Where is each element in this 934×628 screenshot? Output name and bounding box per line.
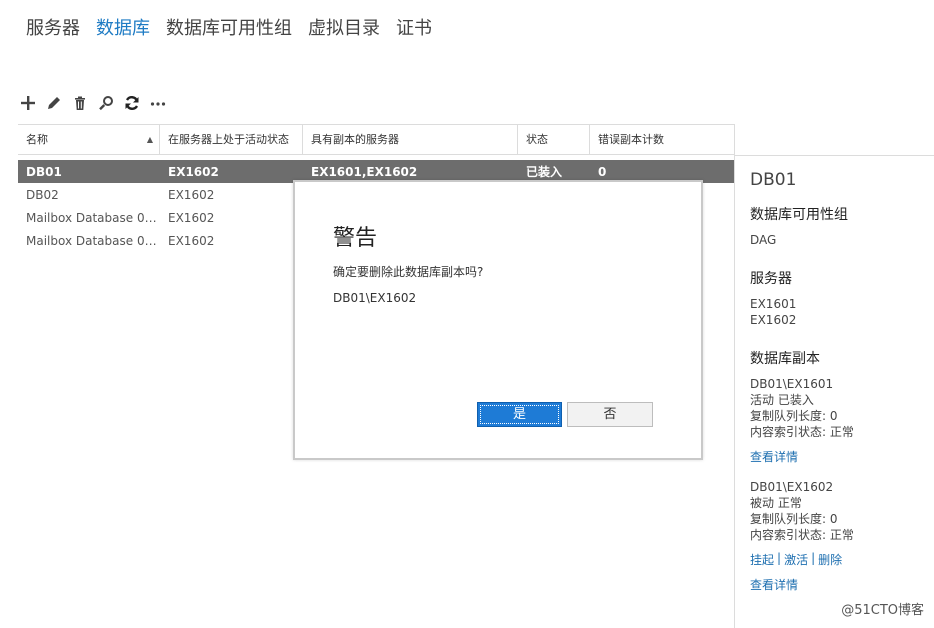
copy1-view-details-link[interactable]: 查看详情 — [750, 448, 930, 465]
separator: | — [811, 551, 816, 565]
column-header-status[interactable]: 状态 — [518, 125, 590, 154]
servers-heading: 服务器 — [750, 271, 792, 287]
edit-icon[interactable] — [46, 94, 62, 112]
copy2-queue-length: 复制队列长度: 0 — [750, 512, 838, 526]
activate-link[interactable]: 激活 — [784, 551, 808, 568]
copy2-name: DB01\EX1602 — [750, 480, 834, 494]
cell-active-on: EX1602 — [168, 210, 215, 225]
copy2-actions: 挂起 | 激活 | 删除 — [750, 551, 930, 568]
column-header-active-on[interactable]: 在服务器上处于活动状态 — [160, 125, 303, 154]
column-header-servers-with-copies[interactable]: 具有副本的服务器 — [303, 125, 518, 154]
search-icon[interactable] — [98, 94, 114, 112]
copy2-view-details-link[interactable]: 查看详情 — [750, 576, 930, 593]
dialog-message: 确定要删除此数据库副本吗? — [333, 265, 484, 279]
cell-name: DB02 — [26, 187, 59, 202]
refresh-icon[interactable] — [124, 94, 140, 112]
tab-database-availability-groups[interactable]: 数据库可用性组 — [166, 14, 292, 40]
separator: | — [777, 551, 782, 565]
sort-ascending-icon: ▲ — [146, 135, 153, 144]
server-item: EX1602 — [750, 313, 797, 327]
tab-certificates[interactable]: 证书 — [396, 14, 432, 40]
column-label: 名称 — [26, 133, 48, 146]
cell-status: 已装入 — [526, 165, 563, 179]
copy2-index-state: 内容索引状态: 正常 — [750, 528, 854, 542]
yes-button[interactable]: 是 — [477, 402, 562, 427]
copy2-state: 被动 正常 — [750, 496, 802, 510]
dag-heading: 数据库可用性组 — [750, 207, 848, 223]
cell-name: Mailbox Database 035... — [26, 233, 160, 248]
cell-active-on: EX1602 — [168, 233, 215, 248]
table-header: 名称 ▲ 在服务器上处于活动状态 具有副本的服务器 状态 错误副本计数 — [18, 124, 734, 155]
copy1-name: DB01\EX1601 — [750, 377, 834, 391]
no-button[interactable]: 否 — [567, 402, 653, 427]
delete-icon[interactable] — [72, 94, 88, 112]
details-pane: DB01 数据库可用性组 DAG 服务器 EX1601 EX1602 数据库副本… — [734, 124, 934, 628]
tab-databases[interactable]: 数据库 — [96, 14, 150, 40]
cell-bad-copies: 0 — [598, 164, 607, 179]
warning-dialog: 警告 确定要删除此数据库副本吗? DB01\EX1602 是 否 — [293, 180, 703, 460]
suspend-link[interactable]: 挂起 — [750, 551, 774, 568]
cell-active-on: EX1602 — [168, 187, 215, 202]
tab-servers[interactable]: 服务器 — [26, 14, 80, 40]
top-navigation: 服务器 数据库 数据库可用性组 虚拟目录 证书 — [26, 14, 448, 40]
cell-name: Mailbox Database 009... — [26, 210, 160, 225]
more-icon[interactable] — [150, 94, 166, 112]
copy1-queue-length: 复制队列长度: 0 — [750, 409, 838, 423]
cell-name: DB01 — [26, 164, 62, 179]
server-item: EX1601 — [750, 297, 797, 311]
add-icon[interactable] — [20, 94, 36, 112]
copies-heading: 数据库副本 — [750, 351, 820, 367]
cell-active-on: EX1602 — [168, 164, 219, 179]
column-header-name[interactable]: 名称 ▲ — [18, 125, 160, 154]
dialog-copy-path: DB01\EX1602 — [333, 291, 417, 305]
cell-servers: EX1601,EX1602 — [311, 164, 418, 179]
column-header-bad-copy-count[interactable]: 错误副本计数 — [590, 125, 734, 154]
details-divider — [735, 155, 934, 156]
remove-link[interactable]: 删除 — [818, 551, 842, 568]
details-title: DB01 — [750, 170, 797, 190]
copy1-index-state: 内容索引状态: 正常 — [750, 425, 854, 439]
dialog-title: 警告 — [333, 226, 378, 251]
toolbar — [20, 94, 166, 112]
tab-virtual-directories[interactable]: 虚拟目录 — [308, 14, 380, 40]
copy1-state: 活动 已装入 — [750, 393, 814, 407]
watermark: @51CTO博客 — [841, 603, 924, 618]
dag-value: DAG — [750, 233, 777, 247]
